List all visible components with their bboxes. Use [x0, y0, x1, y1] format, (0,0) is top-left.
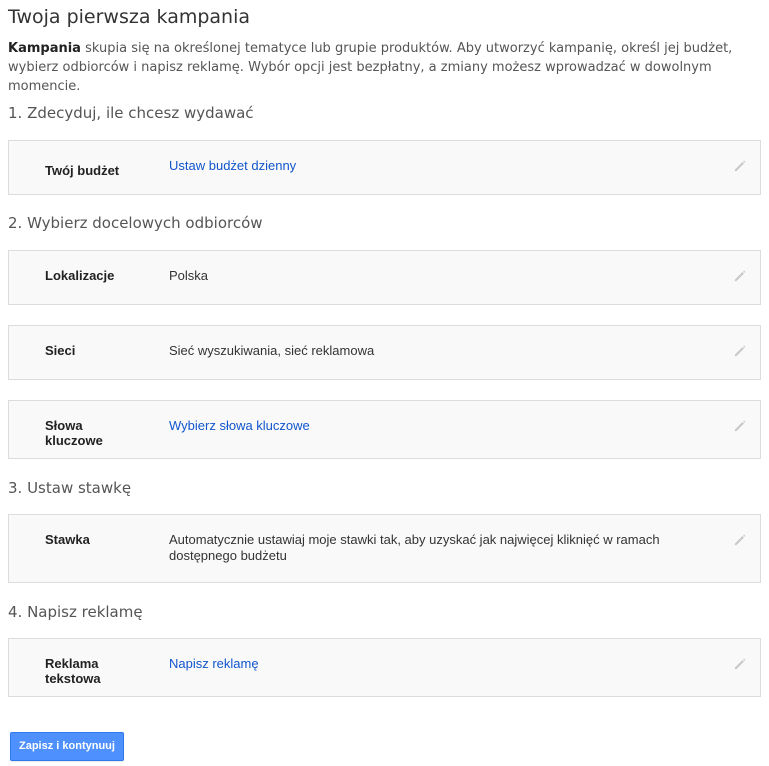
pencil-icon[interactable] — [733, 269, 747, 283]
intro-text: Kampania skupia się na określonej tematy… — [8, 39, 760, 96]
budget-label: Twój budżet — [45, 163, 120, 178]
locations-value: Polska — [169, 268, 209, 283]
keywords-card[interactable]: Słowa kluczowe Wybierz słowa kluczowe — [8, 400, 761, 459]
pencil-icon[interactable] — [733, 657, 747, 671]
bid-label: Stawka — [45, 532, 90, 547]
bid-value: Automatycznie ustawiaj moje stawki tak, … — [169, 532, 660, 563]
keywords-label: Słowa kluczowe — [45, 418, 103, 448]
section-heading-ad: 4. Napisz reklamę — [8, 603, 143, 621]
locations-label: Lokalizacje — [45, 268, 115, 283]
networks-value: Sieć wyszukiwania, sieć reklamowa — [169, 343, 375, 358]
networks-card[interactable]: Sieci Sieć wyszukiwania, sieć reklamowa — [8, 325, 761, 380]
budget-card[interactable]: Twój budżet Ustaw budżet dzienny — [8, 140, 761, 195]
pencil-icon[interactable] — [733, 159, 747, 173]
intro-description: skupia się na określonej tematyce lub gr… — [8, 41, 733, 94]
set-daily-budget-link[interactable]: Ustaw budżet dzienny — [169, 158, 689, 174]
pencil-icon[interactable] — [733, 344, 747, 358]
networks-label: Sieci — [45, 343, 76, 358]
section-heading-bid: 3. Ustaw stawkę — [8, 479, 132, 497]
text-ad-card[interactable]: Reklama tekstowa Napisz reklamę — [8, 638, 761, 697]
intro-bold-term: Kampania — [8, 41, 81, 56]
text-ad-label: Reklama tekstowa — [45, 656, 101, 686]
choose-keywords-link[interactable]: Wybierz słowa kluczowe — [169, 418, 689, 434]
locations-card[interactable]: Lokalizacje Polska — [8, 250, 761, 305]
page-title: Twoja pierwsza kampania — [8, 6, 251, 28]
save-and-continue-button[interactable]: Zapisz i kontynuuj — [10, 732, 124, 761]
bid-card[interactable]: Stawka Automatycznie ustawiaj moje stawk… — [8, 514, 761, 583]
section-heading-budget: 1. Zdecyduj, ile chcesz wydawać — [8, 104, 254, 122]
write-ad-link[interactable]: Napisz reklamę — [169, 656, 689, 672]
pencil-icon[interactable] — [733, 419, 747, 433]
pencil-icon[interactable] — [733, 533, 747, 547]
section-heading-audience: 2. Wybierz docelowych odbiorców — [8, 214, 263, 232]
